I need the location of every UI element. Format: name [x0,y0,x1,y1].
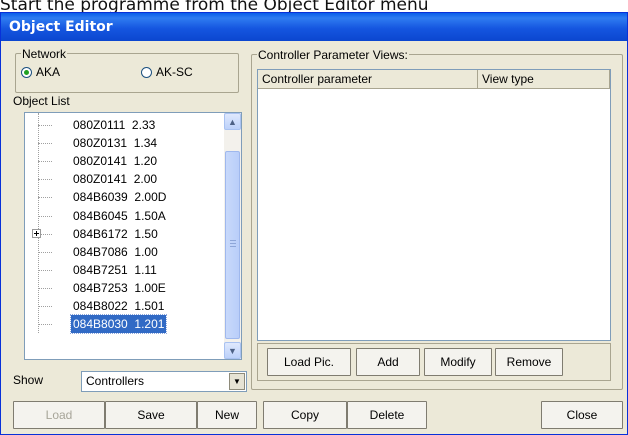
views-grid[interactable]: Controller parameter View type [257,69,611,341]
radio-ak-sc[interactable]: AK-SC [141,65,193,79]
tree-connector [38,287,52,289]
tree-connector [38,197,52,199]
tree-item[interactable]: 084B7253 1.00E [25,279,225,297]
tree-connector [38,269,52,271]
scroll-down-icon[interactable]: ▼ [224,342,241,359]
tree-item-label: 084B7086 1.00 [73,244,158,259]
tree-item-label: 080Z0141 2.00 [73,172,158,187]
tree-item-label: 080Z0131 1.34 [73,136,158,151]
load-pic-button[interactable]: Load Pic. [267,348,351,376]
tree-connector [38,161,52,163]
tree-connector [38,306,52,307]
show-select-value: Controllers [86,374,145,388]
column-view-type[interactable]: View type [478,70,610,89]
load-button: Load [13,401,105,429]
scroll-thumb[interactable] [225,151,240,339]
tree-connector [38,179,52,181]
tree-item-label: 080Z0111 2.33 [73,118,156,132]
tree-item[interactable]: 084B6045 1.50A [25,207,225,225]
tree-item-label: 084B6045 1.50A [73,208,166,223]
show-select[interactable]: Controllers ▼ [81,371,247,392]
tree-item-label: 084B8022 1.501 [73,299,165,313]
tree-item-label: 084B6172 1.50 [73,226,158,241]
tree-item[interactable]: 084B7086 1.00 [25,243,225,261]
add-button[interactable]: Add [356,348,420,376]
modify-button[interactable]: Modify [424,348,492,376]
tree-item[interactable]: 084B8030 1.201 [25,314,225,335]
tree-item-label: 084B7253 1.00E [73,280,166,295]
radio-aka[interactable]: AKA [21,65,60,79]
remove-button[interactable]: Remove [495,348,563,376]
expand-plus-icon[interactable] [32,228,41,238]
object-list-scrollbar[interactable]: ▲ ▼ [224,113,241,359]
radio-unselected-icon [141,66,152,78]
object-list-label: Object List [13,94,70,108]
tree-item[interactable]: 080Z0141 1.20 [25,152,225,170]
save-button[interactable]: Save [105,401,197,429]
radio-ak-sc-label: AK-SC [156,65,193,79]
tree-item-label: 084B8030 1.201 [69,314,168,335]
tree-connector [38,215,52,217]
show-label: Show [13,373,44,387]
chevron-down-icon[interactable]: ▼ [229,373,245,390]
copy-button[interactable]: Copy [263,401,347,429]
views-grid-header: Controller parameter View type [258,70,610,89]
tree-item[interactable]: 080Z0141 2.00 [25,170,225,188]
tree-item[interactable]: 084B6039 2.00D [25,188,225,206]
network-label: Network [21,47,68,61]
radio-selected-icon [21,66,32,78]
tree-item[interactable]: 084B8022 1.501 [25,297,225,315]
tree-connector [38,143,52,145]
object-list-tree[interactable]: 080Z0111 2.33 080Z0131 1.34 080Z0141 1.20 0… [24,112,242,360]
tree-item-label: 080Z0141 1.20 [73,154,158,169]
delete-button[interactable]: Delete [347,401,427,429]
tree-item[interactable]: 084B7251 1.11 [25,261,225,279]
tree-item[interactable]: 080Z0111 2.33 [25,116,225,134]
tree-item[interactable]: 084B6172 1.50 [25,225,225,243]
radio-aka-label: AKA [36,65,61,79]
tree-connector [38,125,52,126]
close-button[interactable]: Close [541,401,623,429]
new-button[interactable]: New [197,401,257,429]
views-label: Controller Parameter Views: [257,48,409,62]
window-title[interactable]: Object Editor [1,13,627,41]
tree-item-label: 084B6039 2.00D [73,190,167,205]
scroll-up-icon[interactable]: ▲ [224,113,241,130]
column-controller-parameter[interactable]: Controller parameter [258,70,478,89]
tree-item-label: 084B7251 1.11 [73,262,157,277]
tree-connector [38,324,52,326]
object-editor-window: Object Editor Network AKA AK-SC Object L… [0,12,628,435]
tree-item[interactable]: 080Z0131 1.34 [25,134,225,152]
tree-connector [38,251,52,253]
